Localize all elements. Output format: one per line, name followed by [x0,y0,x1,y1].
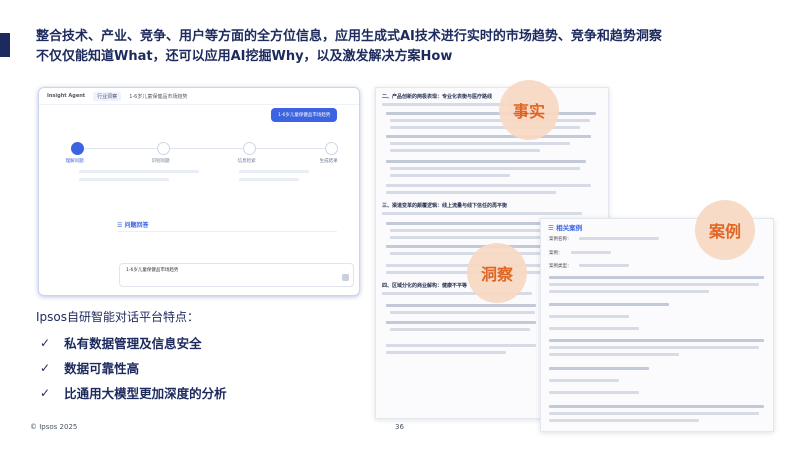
feature-item: ✓ 数据可靠性高 [40,360,140,377]
tab-industry-insight[interactable]: 行业洞察 [93,91,122,101]
insight-agent-window: Insight Agent 行业洞察 1-6岁儿童保健品市场趋势 1-6岁儿童保… [38,87,360,296]
report-heading-2: 二、产品创新的两极表现：专业化表衡与医疗路线 [382,94,493,100]
feature-item: ✓ 比通用大模型更加深度的分析 [40,385,227,402]
chat-input[interactable]: 1-6岁儿童保健品市场趋势 [119,263,354,287]
headline-line-2: 不仅仅能知道What，还可以应用AI挖掘Why，以及激发解决方案How [36,49,453,64]
feature-item: ✓ 私有数据管理及信息安全 [40,335,202,352]
step-dot-2 [157,142,170,155]
page-headline: 整合技术、产业、竞争、用户等方面的全方位信息，应用生成式AI技术进行实时的市场趋… [36,27,776,67]
user-query-bubble: 1-6岁儿童保健品市场趋势 [271,108,338,122]
footer-copyright: © Ipsos 2025 [30,423,78,431]
report-heading-4: 四、区域分化的商业解构：健康不平等 [382,283,468,289]
check-icon: ✓ [40,385,51,400]
case-bubble: 案例 [695,200,755,260]
step-label-1: 理解问题 [65,159,84,164]
title-accent-bar [0,33,10,57]
case-label: 案例名称： [549,237,572,242]
case-doc-title: ☰ 相关案例 [548,224,583,232]
app-toolbar: Insight Agent 行业洞察 1-6岁儿童保健品市场趋势 [39,88,359,105]
page-number: 36 [395,423,404,431]
fact-bubble: 事实 [499,80,559,140]
headline-line-1: 整合技术、产业、竞争、用户等方面的全方位信息，应用生成式AI技术进行实时的市场趋… [36,29,662,44]
progress-steps: 理解问题 识别问题 信息检索 生成结果 [57,142,347,182]
step-label-4: 生成结果 [319,159,338,164]
features-title: Ipsos自研智能对话平台特点： [36,310,200,324]
report-heading-3: 三、渠道变革的颠覆逻辑：线上流量与线下信任的再平衡 [382,203,508,209]
case-label: 案例： [549,251,563,256]
breadcrumb: 1-6岁儿童保健品市场趋势 [129,93,188,100]
case-label: 案例类型： [549,264,572,269]
step-label-3: 信息检索 [237,159,256,164]
qa-section-title: ☰ 问题回答 [117,222,149,229]
send-icon[interactable] [342,274,349,281]
chat-input-text: 1-6岁儿童保健品市场趋势 [126,268,179,273]
insight-bubble: 洞察 [467,243,527,303]
check-icon: ✓ [40,335,51,350]
step-dot-1 [71,142,84,155]
step-dot-4 [325,142,338,155]
app-brand: Insight Agent [47,93,86,99]
check-icon: ✓ [40,360,51,375]
step-label-2: 识别问题 [151,159,170,164]
step-dot-3 [243,142,256,155]
